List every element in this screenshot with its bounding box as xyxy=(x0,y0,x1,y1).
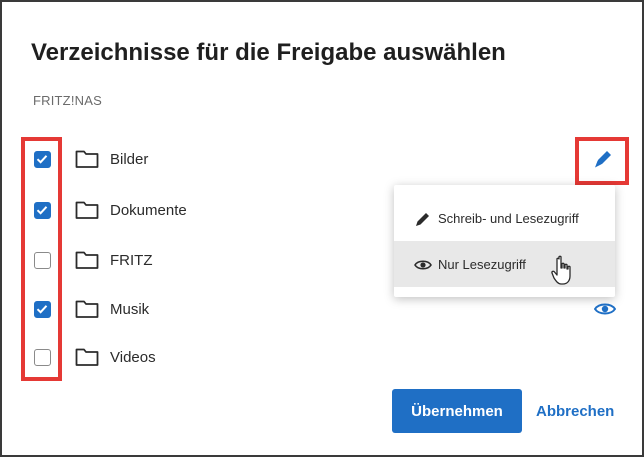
pencil-icon[interactable] xyxy=(590,146,616,172)
folder-row-musik: Musik xyxy=(30,297,330,325)
folder-row-fritz: FRITZ xyxy=(30,248,330,276)
cancel-button[interactable]: Abbrechen xyxy=(536,389,624,433)
folder-icon xyxy=(75,299,99,324)
dialog-title: Verzeichnisse für die Freigabe auswählen xyxy=(31,39,506,66)
pencil-icon xyxy=(414,210,432,233)
folder-row-dokumente: Dokumente xyxy=(30,198,330,226)
folder-icon xyxy=(75,149,99,174)
eye-icon[interactable] xyxy=(593,300,617,323)
hand-cursor-icon xyxy=(550,255,576,292)
dialog-subtitle: FRITZ!NAS xyxy=(33,93,102,108)
folder-name: FRITZ xyxy=(110,252,153,269)
menu-item-read-only[interactable]: Nur Lesezugriff xyxy=(394,241,615,287)
folder-name: Musik xyxy=(110,301,150,318)
folder-name: Dokumente xyxy=(110,202,187,219)
folder-row-videos: Videos xyxy=(30,345,330,373)
folder-name: Videos xyxy=(110,349,156,366)
eye-icon xyxy=(414,256,432,279)
menu-item-label: Nur Lesezugriff xyxy=(438,257,526,272)
menu-item-label: Schreib- und Lesezugriff xyxy=(438,211,579,226)
folder-name: Bilder xyxy=(110,151,149,168)
apply-button[interactable]: Übernehmen xyxy=(392,389,522,433)
menu-item-read-write[interactable]: Schreib- und Lesezugriff xyxy=(394,195,615,241)
folder-icon xyxy=(75,200,99,225)
access-menu: Schreib- und Lesezugriff Nur Lesezugriff xyxy=(394,185,615,297)
folder-row-bilder: Bilder xyxy=(30,147,330,175)
highlight-checkboxes xyxy=(21,137,62,381)
folder-icon xyxy=(75,347,99,372)
folder-icon xyxy=(75,250,99,275)
